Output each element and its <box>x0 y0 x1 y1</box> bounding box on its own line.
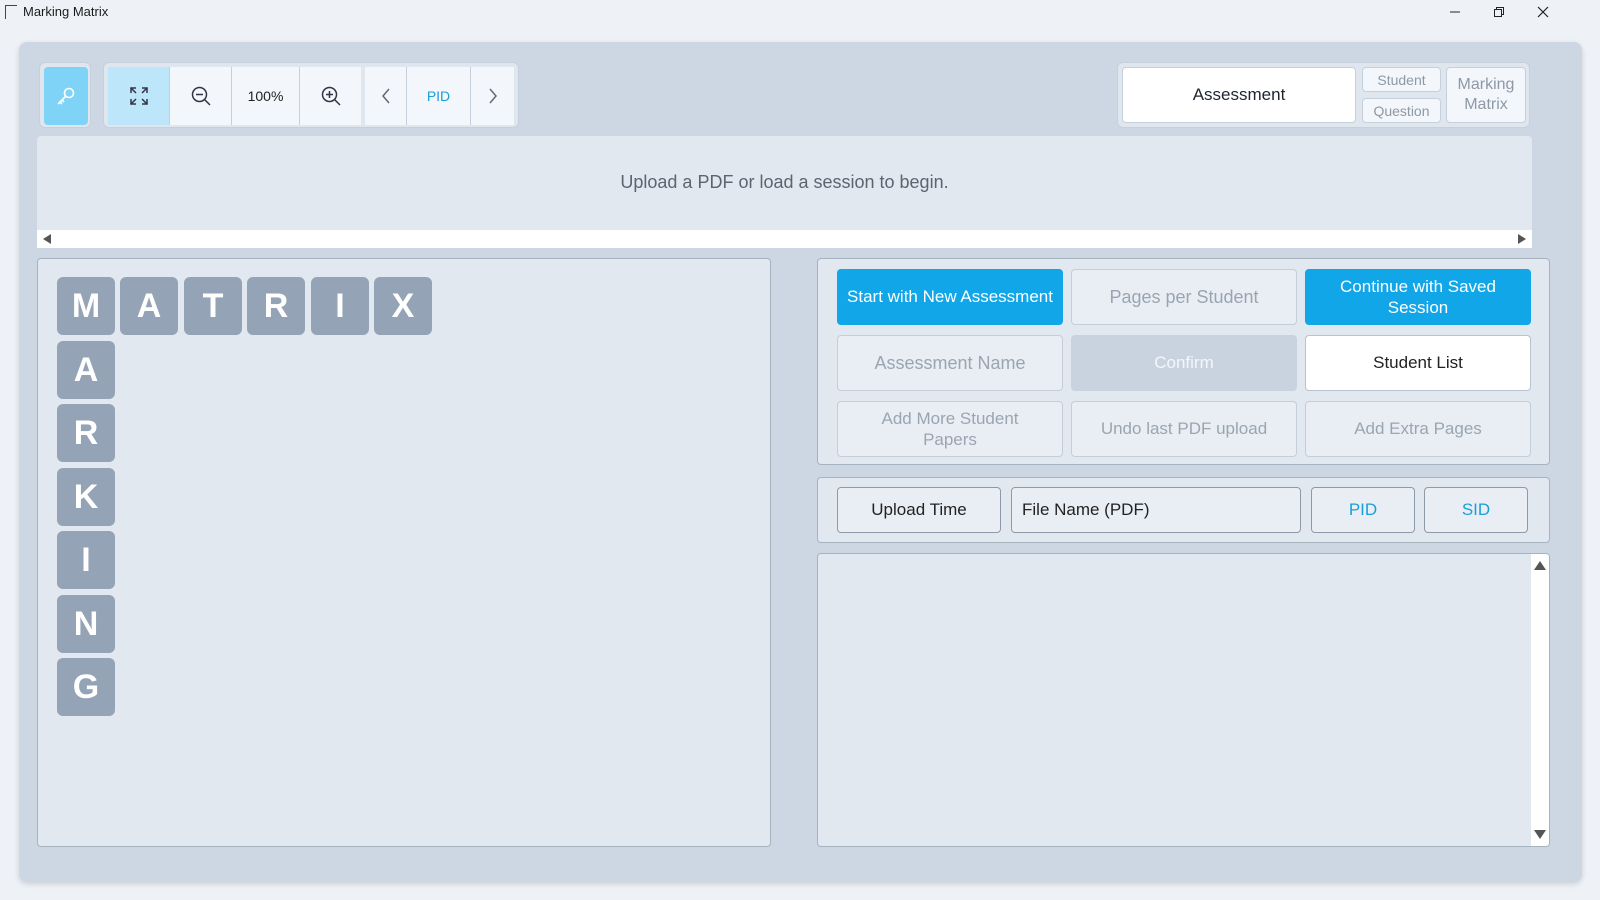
scroll-left-icon[interactable] <box>43 234 51 244</box>
tab-assessment[interactable]: Assessment <box>1122 67 1356 123</box>
logo-tile: A <box>57 341 115 399</box>
tab-question[interactable]: Question <box>1362 98 1441 123</box>
sort-upload-time-button[interactable]: Upload Time <box>837 487 1001 533</box>
next-page-button[interactable] <box>471 67 514 125</box>
logo-tile: X <box>374 277 432 335</box>
logo-tile: R <box>247 277 305 335</box>
scroll-down-icon[interactable] <box>1534 830 1546 839</box>
student-list-button[interactable]: Student List <box>1305 335 1531 391</box>
restore-button[interactable] <box>1477 0 1521 24</box>
confirm-button[interactable]: Confirm <box>1071 335 1297 391</box>
logo-tile: K <box>57 468 115 526</box>
app-window-icon <box>5 5 17 19</box>
undo-last-upload-button[interactable]: Undo last PDF upload <box>1071 401 1297 457</box>
key-button[interactable] <box>44 67 88 125</box>
scroll-up-icon[interactable] <box>1534 561 1546 570</box>
logo-tile: M <box>57 277 115 335</box>
document-viewer[interactable]: Upload a PDF or load a session to begin. <box>37 136 1532 248</box>
zoom-in-button[interactable] <box>300 67 361 125</box>
zoom-level: 100% <box>232 67 300 125</box>
logo-tile: N <box>57 595 115 653</box>
close-icon <box>1537 6 1549 18</box>
page-id-label[interactable]: PID <box>407 67 471 125</box>
vertical-scrollbar[interactable] <box>1531 554 1549 846</box>
logo-panel: M A T R I X A R K I N G <box>37 258 771 847</box>
tab-student[interactable]: Student <box>1362 67 1441 92</box>
title-bar: Marking Matrix <box>0 0 1600 24</box>
mode-selector: Assessment Student Question Marking Matr… <box>1117 62 1530 128</box>
assessment-name-field[interactable]: Assessment Name <box>837 335 1063 391</box>
settings-group <box>39 62 91 128</box>
minimize-icon <box>1450 11 1460 13</box>
logo-tile: I <box>311 277 369 335</box>
restore-icon <box>1494 7 1504 17</box>
add-extra-pages-button[interactable]: Add Extra Pages <box>1305 401 1531 457</box>
logo-tile: R <box>57 404 115 462</box>
key-icon <box>57 87 75 105</box>
pages-per-student-field[interactable]: Pages per Student <box>1071 269 1297 325</box>
viewer-toolbar: 100% PID <box>103 62 519 128</box>
chevron-right-icon <box>488 88 497 104</box>
zoom-out-icon <box>191 86 211 106</box>
logo-tile: G <box>57 658 115 716</box>
logo-tile: A <box>120 277 178 335</box>
fit-to-screen-button[interactable] <box>108 67 170 125</box>
horizontal-scrollbar[interactable] <box>37 230 1532 248</box>
close-button[interactable] <box>1521 0 1565 24</box>
continue-saved-session-button[interactable]: Continue with Saved Session <box>1305 269 1531 325</box>
sort-sid-button[interactable]: SID <box>1424 487 1528 533</box>
add-more-papers-button[interactable]: Add More Student Papers <box>837 401 1063 457</box>
chevron-left-icon <box>381 88 390 104</box>
sort-file-name-button[interactable]: File Name (PDF) <box>1011 487 1301 533</box>
logo-tile: T <box>184 277 242 335</box>
empty-viewer-message: Upload a PDF or load a session to begin. <box>620 172 949 192</box>
scroll-right-icon[interactable] <box>1518 234 1526 244</box>
tab-marking-matrix[interactable]: Marking Matrix <box>1446 67 1526 123</box>
zoom-out-button[interactable] <box>170 67 232 125</box>
sort-pid-button[interactable]: PID <box>1311 487 1415 533</box>
window-title: Marking Matrix <box>23 4 109 19</box>
assessment-actions-panel: Start with New Assessment Pages per Stud… <box>817 258 1550 465</box>
file-list-header: Upload Time File Name (PDF) PID SID <box>817 477 1550 543</box>
minimize-button[interactable] <box>1433 0 1477 24</box>
zoom-in-icon <box>321 86 341 106</box>
logo-tile: I <box>57 531 115 589</box>
main-frame: 100% PID Assessment Student Question Mar… <box>19 42 1582 882</box>
file-list[interactable] <box>817 553 1550 847</box>
start-new-assessment-button[interactable]: Start with New Assessment <box>837 269 1063 325</box>
previous-page-button[interactable] <box>365 67 407 125</box>
fit-to-screen-icon <box>129 87 148 105</box>
